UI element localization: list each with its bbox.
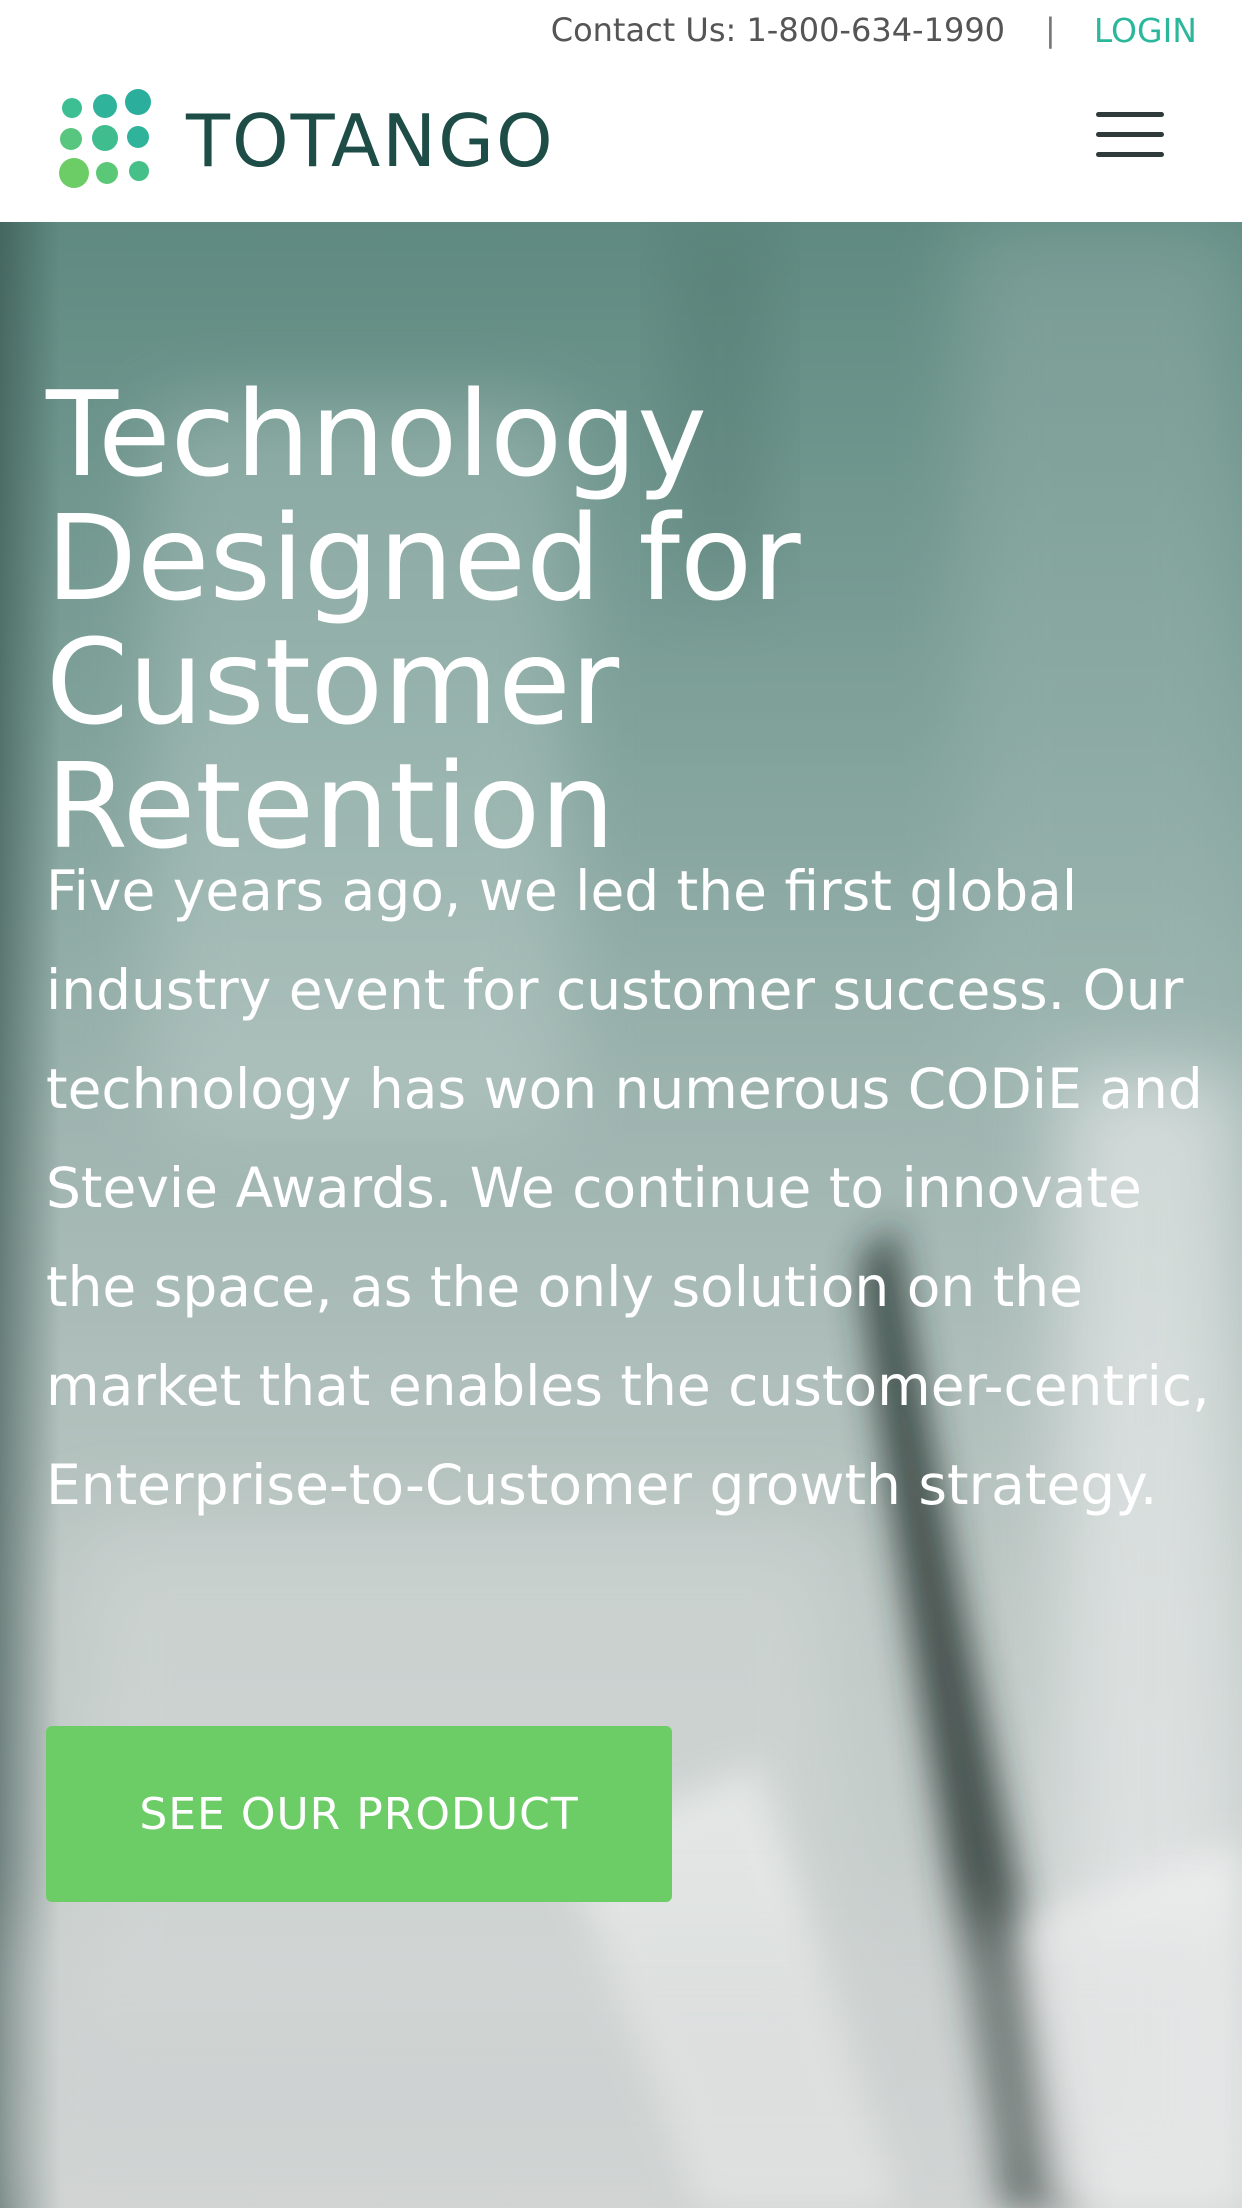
- dots-logo-icon: [59, 89, 151, 188]
- site-header: Contact Us: 1-800-634-1990 | LOGIN TOTAN…: [0, 0, 1242, 222]
- logo-wordmark: TOTANGO: [186, 99, 555, 183]
- hamburger-menu-icon: [1096, 112, 1164, 117]
- login-link[interactable]: LOGIN: [1094, 11, 1197, 50]
- hamburger-line: [1096, 132, 1164, 137]
- hamburger-menu-button[interactable]: [1096, 112, 1164, 158]
- hero-title: Technology Designed for Customer Retenti…: [46, 365, 801, 875]
- page: Contact Us: 1-800-634-1990 | LOGIN TOTAN…: [0, 0, 1242, 2208]
- contact-phone-link[interactable]: Contact Us: 1-800-634-1990: [551, 11, 1005, 49]
- see-our-product-button[interactable]: SEE OUR PRODUCT: [46, 1726, 672, 1902]
- top-bar-separator: |: [1045, 11, 1056, 49]
- site-logo[interactable]: TOTANGO: [58, 88, 555, 194]
- hamburger-line: [1096, 152, 1164, 157]
- hero-section: Technology Designed for Customer Retenti…: [0, 222, 1242, 2208]
- top-bar: Contact Us: 1-800-634-1990 | LOGIN: [551, 6, 1197, 54]
- hero-description: Five years ago, we led the first global …: [46, 859, 1210, 1517]
